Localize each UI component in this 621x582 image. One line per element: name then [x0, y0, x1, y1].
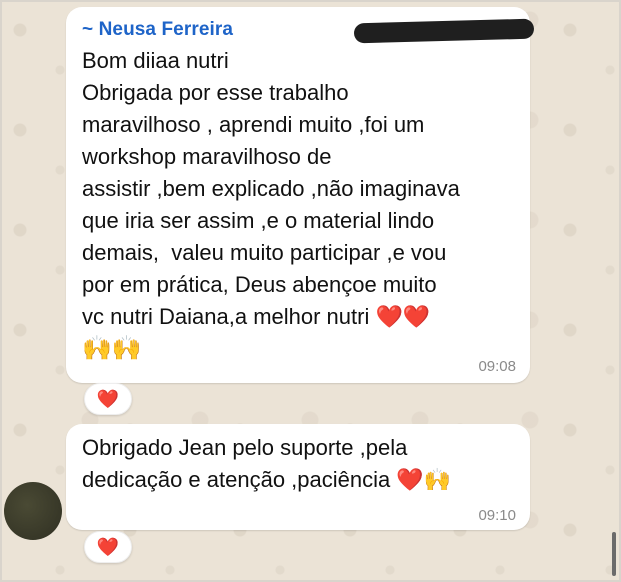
message-time: 09:08	[478, 358, 516, 375]
message-text: Obrigado Jean pelo suporte ,pela dedicaç…	[82, 435, 452, 492]
message-bubble[interactable]: ~ Neusa Ferreira Bom diiaa nutri Obrigad…	[66, 7, 535, 383]
heart-reaction-icon: ❤️	[96, 388, 120, 410]
heart-reaction-icon: ❤️	[96, 536, 120, 558]
scrollbar[interactable]	[612, 532, 616, 576]
message-time: 09:10	[478, 507, 516, 524]
sender-avatar[interactable]	[4, 482, 62, 540]
redacted-phone-number	[353, 18, 535, 44]
message-emoji-line: 🙌🙌	[82, 334, 142, 362]
reaction-badge[interactable]: ❤️	[84, 383, 132, 415]
sender-name[interactable]: ~ Neusa Ferreira	[82, 19, 233, 40]
sender-row: ~ Neusa Ferreira	[82, 17, 535, 45]
message-text: Bom diiaa nutri Obrigada por esse trabal…	[82, 48, 460, 329]
reaction-badge[interactable]: ❤️	[84, 531, 132, 563]
message-bubble[interactable]: Obrigado Jean pelo suporte ,pela dedicaç…	[66, 424, 530, 530]
